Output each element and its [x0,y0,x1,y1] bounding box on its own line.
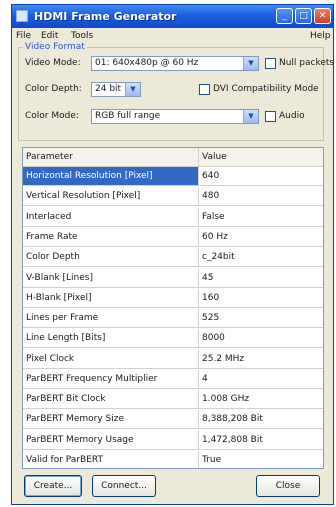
cell-parameter: Horizontal Resolution [Pixel] [23,167,199,185]
table-row[interactable]: ParBERT Bit Clock 1.008 GHz [23,390,323,409]
table-row[interactable]: Line Length [Bits] 8000 [23,329,323,348]
table-row[interactable]: Pixel Clock 25.2 MHz [23,350,323,369]
cell-value: 60 Hz [202,232,228,242]
video-mode-value: 01: 640x480p @ 60 Hz [95,58,199,68]
color-depth-value: 24 bit [95,84,122,94]
cell-value: 8,388,208 Bit [202,414,263,424]
create-button[interactable]: Create... [24,475,82,497]
menu-file[interactable]: File [16,31,31,41]
table-row[interactable]: Interlaced False [23,208,323,227]
cell-parameter: ParBERT Memory Size [23,410,199,428]
table-row[interactable]: V-Blank [Lines] 45 [23,269,323,288]
video-format-legend: Video Format [23,42,87,52]
close-button[interactable]: Close [256,475,320,497]
table-row[interactable]: Lines per Frame 525 [23,309,323,328]
close-window-button[interactable]: ✕ [314,8,331,24]
color-depth-select[interactable]: 24 bit ▼ [91,82,141,97]
dvi-compatibility-label: DVI Compatibility Mode [213,84,319,94]
table-row[interactable]: Frame Rate 60 Hz [23,228,323,247]
table-row[interactable]: ParBERT Frequency Multiplier 4 [23,370,323,389]
cell-parameter: ParBERT Frequency Multiplier [23,370,199,388]
table-row[interactable]: Vertical Resolution [Pixel] 480 [23,187,323,206]
chevron-down-icon[interactable]: ▼ [243,110,258,123]
column-header-value[interactable]: Value [199,148,323,166]
cell-value: 45 [202,273,214,283]
menu-help[interactable]: Help [310,31,331,41]
title-bar[interactable]: HDMI Frame Generator _ □ ✕ [12,5,333,28]
table-row[interactable]: Horizontal Resolution [Pixel] 640 [23,167,323,186]
parameter-table[interactable]: Parameter Value Horizontal Resolution [P… [22,147,324,469]
audio-label: Audio [279,111,305,121]
cell-value: 525 [202,313,220,323]
cell-parameter: Vertical Resolution [Pixel] [23,187,199,205]
cell-value: 480 [202,191,220,201]
main-window: HDMI Frame Generator _ □ ✕ File Edit Too… [11,4,334,505]
color-depth-label: Color Depth: [25,84,82,94]
cell-value: 1.008 GHz [202,394,250,404]
cell-parameter: Pixel Clock [23,350,199,368]
video-mode-label: Video Mode: [25,58,81,68]
cell-parameter: V-Blank [Lines] [23,269,199,287]
video-format-group: Video Format Video Mode: 01: 640x480p @ … [18,42,334,141]
cell-value: 25.2 MHz [202,354,245,364]
cell-parameter: Color Depth [23,248,199,266]
cell-parameter: Interlaced [23,208,199,226]
cell-parameter: ParBERT Bit Clock [23,390,199,408]
menu-edit[interactable]: Edit [41,31,58,41]
connect-button[interactable]: Connect... [92,475,156,497]
null-packets-label: Null packets [279,58,335,68]
cell-value: False [202,212,225,222]
cell-parameter: H-Blank [Pixel] [23,289,199,307]
null-packets-checkbox[interactable] [265,58,276,69]
color-mode-label: Color Mode: [25,111,79,121]
dvi-compatibility-checkbox[interactable] [199,84,210,95]
cell-parameter: Lines per Frame [23,309,199,327]
table-row[interactable]: H-Blank [Pixel] 160 [23,289,323,308]
app-icon [16,10,28,22]
cell-value: 1,472,808 Bit [202,435,263,445]
audio-checkbox[interactable] [265,111,276,122]
cell-parameter: Frame Rate [23,228,199,246]
table-row[interactable]: ParBERT Memory Size 8,388,208 Bit [23,410,323,429]
maximize-button[interactable]: □ [295,8,312,24]
cell-parameter: ParBERT Memory Usage [23,431,199,449]
cell-value: c_24bit [202,252,235,262]
column-header-parameter[interactable]: Parameter [23,148,199,166]
table-row[interactable]: Color Depth c_24bit [23,248,323,267]
cell-value: 4 [202,374,208,384]
chevron-down-icon[interactable]: ▼ [243,57,258,70]
table-row[interactable]: ParBERT Memory Usage 1,472,808 Bit [23,431,323,450]
cell-parameter: Line Length [Bits] [23,329,199,347]
color-mode-select[interactable]: RGB full range ▼ [91,109,259,124]
window-title: HDMI Frame Generator [34,10,177,23]
cell-value: 160 [202,293,220,303]
cell-value: True [202,455,222,465]
table-header: Parameter Value [23,148,323,167]
video-mode-select[interactable]: 01: 640x480p @ 60 Hz ▼ [91,56,259,71]
cell-parameter: Valid for ParBERT [23,451,199,468]
chevron-down-icon[interactable]: ▼ [125,83,140,96]
color-mode-value: RGB full range [95,111,161,121]
minimize-button[interactable]: _ [276,8,293,24]
table-row[interactable]: Valid for ParBERT True [23,451,323,468]
menu-tools[interactable]: Tools [71,31,93,41]
cell-value: 640 [202,171,220,181]
cell-value: 8000 [202,333,225,343]
